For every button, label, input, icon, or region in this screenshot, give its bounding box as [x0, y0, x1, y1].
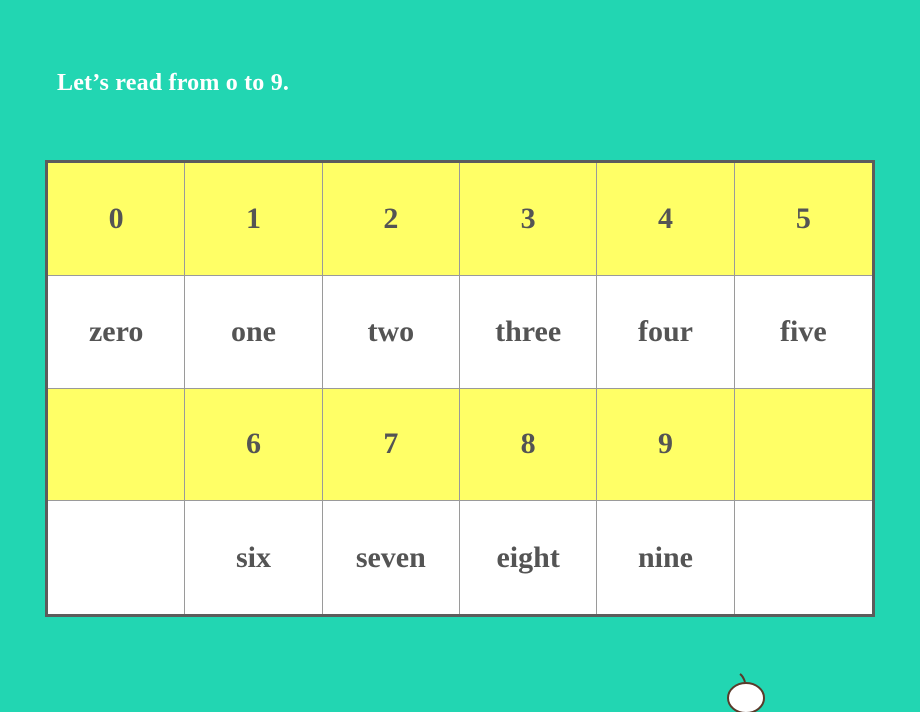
- digit-cell: [48, 388, 186, 502]
- word-cell: eight: [459, 501, 598, 614]
- digit-cell: 1: [185, 163, 323, 276]
- word-cell: one: [185, 275, 323, 389]
- digit-cell: 2: [322, 163, 460, 276]
- word-cell: nine: [597, 501, 735, 614]
- word-cell: three: [459, 275, 598, 389]
- digit-cell: 8: [459, 388, 598, 502]
- digit-cell: 9: [597, 388, 735, 502]
- digit-cell: 3: [459, 163, 598, 276]
- digit-cell: [734, 388, 872, 502]
- word-cell: four: [597, 275, 735, 389]
- word-cell: [734, 501, 872, 614]
- cartoon-head-icon: [727, 673, 765, 712]
- digit-cell: 6: [185, 388, 323, 502]
- digit-cell: 7: [322, 388, 460, 502]
- word-cell: seven: [322, 501, 460, 614]
- slide-title: Let’s read from o to 9.: [57, 70, 290, 96]
- number-word-table: 0 1 2 3 4 5 zero one two three four five 6 7 8 9 six seve…: [45, 160, 875, 617]
- word-cell: six: [185, 501, 323, 614]
- digit-cell: 5: [734, 163, 872, 276]
- digit-cell: 0: [48, 163, 186, 276]
- word-cell: five: [734, 275, 872, 389]
- word-cell: [48, 501, 186, 614]
- digit-cell: 4: [597, 163, 735, 276]
- word-cell: two: [322, 275, 460, 389]
- word-cell: zero: [48, 275, 186, 389]
